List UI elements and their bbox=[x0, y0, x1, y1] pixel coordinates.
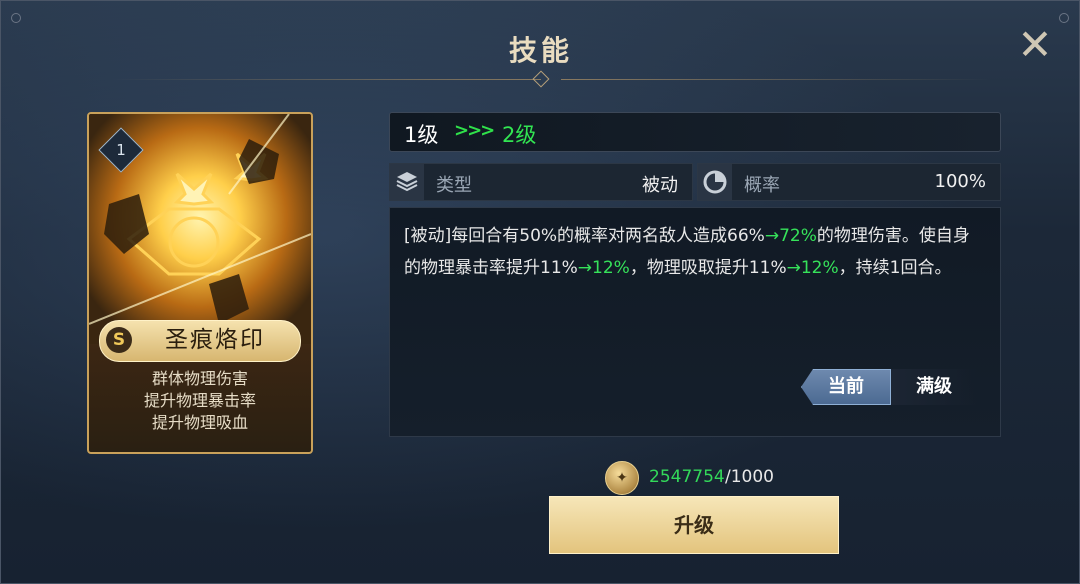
stat-type-label: 类型 bbox=[436, 175, 472, 196]
title-divider bbox=[561, 79, 991, 80]
tab-max-level[interactable]: 满级 bbox=[891, 369, 977, 405]
title-diamond-ornament bbox=[532, 70, 550, 88]
skill-tag: 群体物理伤害 bbox=[151, 369, 248, 388]
skill-card: 1 S 圣痕烙印 群体物理伤害 提升物理暴击率 提升物理吸血 bbox=[87, 112, 313, 454]
skill-tags: 群体物理伤害 提升物理暴击率 提升物理吸血 bbox=[89, 368, 311, 434]
title-divider bbox=[111, 79, 541, 80]
level-arrow-icon: >>> bbox=[454, 120, 495, 141]
skill-tag: 提升物理吸血 bbox=[151, 413, 248, 432]
skill-tag: 提升物理暴击率 bbox=[143, 391, 256, 410]
panel-title: 技能 bbox=[508, 34, 573, 67]
level-upgrade-bar: 1级 >>> 2级 bbox=[389, 112, 1001, 152]
close-icon: ✕ bbox=[1017, 20, 1053, 69]
close-button[interactable]: ✕ bbox=[1013, 24, 1057, 69]
skill-rank-badge: S bbox=[106, 327, 132, 353]
next-level: 2级 bbox=[502, 123, 537, 147]
stat-chance: 概率 100% bbox=[697, 163, 1001, 201]
level-view-toggle: 当前 满级 bbox=[801, 369, 977, 405]
pie-chart-icon bbox=[698, 164, 732, 200]
skill-name: 圣痕烙印 bbox=[165, 327, 265, 353]
corner-ornament bbox=[11, 13, 21, 23]
layers-icon bbox=[390, 164, 424, 200]
skill-description: [被动]每回合有50%的概率对两名敌人造成66%→72%的物理伤害。使自身的物理… bbox=[404, 226, 970, 278]
stat-chance-label: 概率 bbox=[744, 175, 780, 196]
skill-name-plate: S 圣痕烙印 bbox=[99, 320, 301, 362]
stat-chance-value: 100% bbox=[934, 171, 986, 192]
tab-current[interactable]: 当前 bbox=[801, 369, 891, 405]
skill-panel: 技能 ✕ 1 S 圣痕烙印 群体物理伤害 提升物理暴击率 提升物理吸血 1级 >… bbox=[0, 0, 1080, 584]
coin-icon: ✦ bbox=[605, 461, 639, 495]
current-level: 1级 bbox=[404, 123, 439, 147]
upgrade-button[interactable]: 升级 bbox=[549, 496, 839, 554]
stat-type: 类型 被动 bbox=[389, 163, 693, 201]
upgrade-cost: ✦ 2547754 /1000 bbox=[605, 461, 845, 495]
corner-ornament bbox=[1059, 13, 1069, 23]
currency-required: /1000 bbox=[725, 467, 774, 487]
currency-owned: 2547754 bbox=[649, 467, 725, 487]
stat-type-value: 被动 bbox=[642, 175, 678, 196]
